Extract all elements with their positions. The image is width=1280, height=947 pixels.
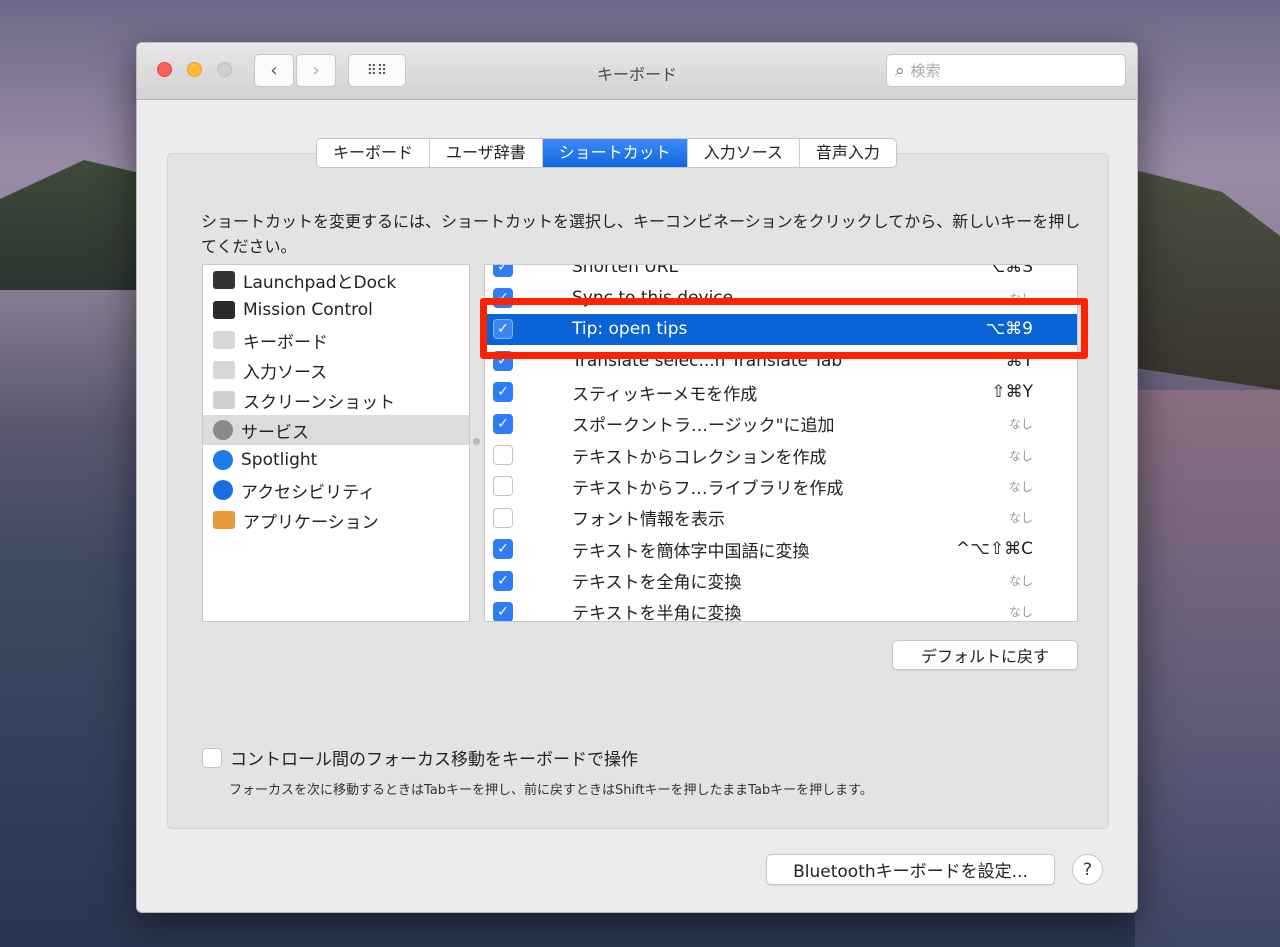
shortcut-row[interactable]: ✓ テキストを半角に変換 なし — [485, 596, 1077, 622]
tab-3[interactable]: 入力ソース — [688, 139, 800, 167]
titlebar: ‹ › ⠿⠿ キーボード ⌕ 検索 — [137, 43, 1137, 100]
category-item[interactable]: LaunchpadとDock — [203, 265, 469, 295]
mission-control-icon — [213, 301, 235, 319]
tab-0[interactable]: キーボード — [317, 139, 431, 167]
category-list[interactable]: LaunchpadとDock Mission Control キーボード入力ソースス… — [202, 264, 470, 622]
instructions-text: ショートカットを変更するには、ショートカットを選択し、キーコンビネーションをクリ… — [201, 212, 1081, 256]
checkmark-icon: ✓ — [497, 541, 509, 558]
checkmark-icon: ✓ — [497, 603, 509, 620]
checkmark-icon: ✓ — [497, 415, 509, 432]
shortcut-checkbox[interactable]: ✓ — [493, 382, 513, 403]
focus-option-note: フォーカスを次に移動するときはTabキーを押し、前に戻すときはShiftキーを押… — [229, 783, 873, 798]
category-item[interactable]: アクセシビリティ — [203, 475, 469, 505]
screenshot-icon — [213, 391, 235, 409]
shortcut-label: テキストを簡体字中国語に変換 — [572, 541, 810, 562]
category-label: スクリーンショット — [243, 392, 396, 413]
shortcut-label: フォント情報を表示 — [572, 510, 725, 531]
keyboard-preferences-window: ‹ › ⠿⠿ キーボード ⌕ 検索 キーボード ユーザ辞書 ショートカット 入力ソース… — [136, 42, 1138, 913]
focus-checkbox[interactable] — [202, 747, 222, 768]
shortcut-key[interactable]: ⌥⌘S — [986, 265, 1033, 277]
gear-icon — [213, 420, 233, 440]
search-icon: ⌕ — [895, 60, 905, 81]
search-placeholder: 検索 — [910, 62, 941, 80]
shortcut-row[interactable]: ✓ テキストを全角に変換 なし — [485, 565, 1077, 596]
category-label: Mission Control — [243, 300, 373, 320]
category-item[interactable]: キーボード — [203, 325, 469, 355]
wallpaper-sea — [1135, 390, 1280, 947]
search-field[interactable]: ⌕ 検索 — [886, 54, 1126, 87]
shortcut-row[interactable]: テキストからコレクションを作成 なし — [485, 439, 1077, 470]
shortcut-key[interactable]: なし — [1009, 447, 1033, 464]
keyboard-icon — [213, 331, 235, 349]
category-label: キーボード — [243, 332, 328, 353]
category-item[interactable]: Spotlight — [203, 445, 469, 475]
shortcut-row[interactable]: ✓ テキストを簡体字中国語に変換 ^⌥⇧⌘C — [485, 534, 1077, 565]
restore-defaults-button[interactable]: デフォルトに戻す — [892, 640, 1078, 670]
app-store-icon — [213, 511, 235, 529]
shortcut-label: テキストを半角に変換 — [572, 604, 742, 622]
focus-option[interactable]: コントロール間のフォーカス移動をキーボードで操作 — [202, 745, 638, 770]
shortcut-checkbox[interactable] — [493, 445, 513, 466]
wallpaper-island — [0, 160, 140, 290]
question-icon: ? — [1082, 859, 1093, 880]
shortcut-row[interactable]: ✓ スティッキーメモを作成 ⇧⌘Y — [485, 377, 1077, 408]
shortcut-checkbox[interactable]: ✓ — [493, 413, 513, 434]
category-item[interactable]: Mission Control — [203, 295, 469, 325]
category-item[interactable]: スクリーンショット — [203, 385, 469, 415]
category-item[interactable]: アプリケーション — [203, 505, 469, 535]
checkmark-icon: ✓ — [497, 264, 509, 275]
split-handle[interactable] — [473, 438, 480, 445]
shortcut-key[interactable]: なし — [1009, 572, 1033, 589]
launchpad-dock-icon — [213, 271, 235, 289]
category-label: Spotlight — [241, 450, 318, 470]
category-label: LaunchpadとDock — [243, 272, 397, 293]
tab-4[interactable]: 音声入力 — [800, 139, 896, 167]
shortcut-checkbox[interactable]: ✓ — [493, 264, 513, 277]
shortcut-key[interactable]: ⇧⌘Y — [991, 382, 1033, 402]
checkmark-icon: ✓ — [497, 572, 509, 589]
shortcut-label: Shorten URL — [572, 264, 678, 277]
shortcut-label: スティッキーメモを作成 — [572, 384, 758, 405]
shortcut-checkbox[interactable]: ✓ — [493, 601, 513, 621]
category-label: アプリケーション — [243, 512, 379, 533]
bluetooth-keyboard-button[interactable]: Bluetoothキーボードを設定... — [766, 854, 1055, 885]
help-button[interactable]: ? — [1072, 854, 1103, 885]
tab-bar: キーボード ユーザ辞書 ショートカット 入力ソース 音声入力 — [316, 138, 897, 168]
shortcut-checkbox[interactable]: ✓ — [493, 570, 513, 591]
shortcut-label: テキストを全角に変換 — [572, 573, 742, 594]
annotation-highlight-box — [480, 298, 1088, 359]
tab-2[interactable]: ショートカット — [542, 139, 688, 167]
shortcut-key[interactable]: なし — [1009, 415, 1033, 432]
shortcut-row[interactable]: フォント情報を表示 なし — [485, 502, 1077, 533]
shortcut-key[interactable]: なし — [1009, 509, 1033, 526]
shortcut-key[interactable]: ^⌥⇧⌘C — [956, 539, 1033, 559]
wallpaper-cliff — [1135, 170, 1280, 390]
shortcut-key[interactable]: なし — [1009, 603, 1033, 620]
shortcut-row[interactable]: ✓ スポークントラ…ージック"に追加 なし — [485, 408, 1077, 439]
checkmark-icon: ✓ — [497, 384, 509, 401]
category-item[interactable]: 入力ソース — [203, 355, 469, 385]
shortcut-key[interactable]: なし — [1009, 478, 1033, 495]
shortcut-checkbox[interactable]: ✓ — [493, 539, 513, 560]
category-label: 入力ソース — [243, 362, 328, 383]
shortcut-checkbox[interactable] — [493, 507, 513, 528]
input-source-icon — [213, 361, 235, 379]
shortcut-row[interactable]: ✓ Shorten URL ⌥⌘S — [485, 264, 1077, 282]
shortcut-label: テキストからコレクションを作成 — [572, 447, 827, 468]
spotlight-icon — [213, 450, 233, 470]
accessibility-icon — [213, 480, 233, 500]
shortcut-label: スポークントラ…ージック"に追加 — [572, 416, 835, 437]
shortcut-label: テキストからフ…ライブラリを作成 — [572, 478, 844, 499]
tab-1[interactable]: ユーザ辞書 — [430, 139, 543, 167]
shortcut-checkbox[interactable] — [493, 476, 513, 497]
category-item[interactable]: サービス — [203, 415, 469, 445]
shortcut-row[interactable]: テキストからフ…ライブラリを作成 なし — [485, 471, 1077, 502]
category-label: サービス — [241, 422, 309, 443]
category-label: アクセシビリティ — [241, 482, 376, 503]
focus-option-label: コントロール間のフォーカス移動をキーボードで操作 — [230, 750, 638, 770]
